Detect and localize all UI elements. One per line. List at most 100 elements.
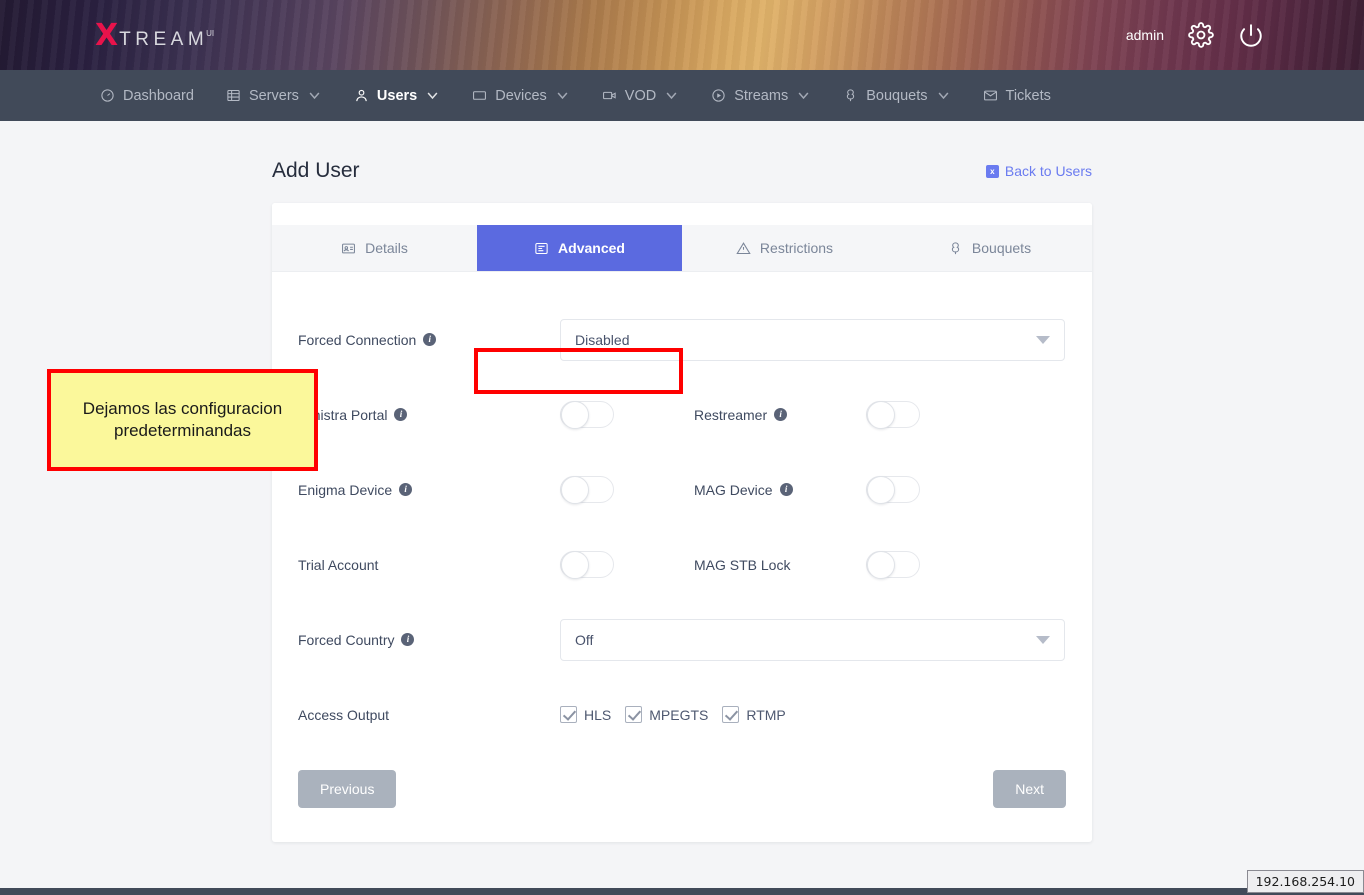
- checkbox-label: RTMP: [746, 707, 785, 723]
- toggle-mag-device[interactable]: [866, 476, 920, 503]
- logo-superscript: UI: [206, 29, 214, 38]
- user-icon: [354, 88, 369, 103]
- wizard-tabs: Details Advanced Restrictions Bouquets: [272, 225, 1092, 272]
- header-actions: admin: [1126, 0, 1264, 70]
- toggle-restreamer[interactable]: [866, 401, 920, 428]
- advanced-form: Forced Connection i Disabled Ministra Po…: [272, 272, 1092, 752]
- bouquet-icon: [843, 88, 858, 103]
- nav-item-users[interactable]: Users: [338, 70, 456, 121]
- xtream-logo[interactable]: X TREAM UI: [95, 21, 216, 51]
- label-ministra-portal: Ministra Portal i: [298, 407, 560, 423]
- toggle-mag-stb-lock[interactable]: [866, 551, 920, 578]
- envelope-icon: [983, 88, 998, 103]
- bouquet-icon: [948, 241, 963, 256]
- forced-country-select[interactable]: Off: [560, 619, 1065, 661]
- gauge-icon: [100, 88, 115, 103]
- info-icon[interactable]: i: [401, 633, 414, 646]
- nav-item-servers[interactable]: Servers: [210, 70, 338, 121]
- page-title: Add User: [272, 159, 360, 183]
- tab-label: Details: [365, 240, 408, 256]
- toggle-enigma-device[interactable]: [560, 476, 614, 503]
- label-mag-device: MAG Device i: [694, 482, 866, 498]
- nav-item-bouquets[interactable]: Bouquets: [827, 70, 966, 121]
- previous-button[interactable]: Previous: [298, 770, 396, 808]
- row-trial-stblock: Trial Account MAG STB Lock: [298, 527, 1066, 602]
- nav-item-streams[interactable]: Streams: [695, 70, 827, 121]
- checkbox-mpegts[interactable]: MPEGTS: [625, 706, 708, 723]
- nav-item-vod[interactable]: VOD: [586, 70, 695, 121]
- warning-icon: [736, 241, 751, 256]
- main-navigation: Dashboard Servers Users Devices VOD Stre…: [0, 70, 1364, 121]
- nav-label: Dashboard: [123, 88, 194, 104]
- page-header-row: Add User x Back to Users: [272, 121, 1092, 183]
- info-icon[interactable]: i: [423, 333, 436, 346]
- cell-enigma-toggle: [560, 476, 694, 503]
- cell-trial-toggle: [560, 551, 694, 578]
- nav-item-dashboard[interactable]: Dashboard: [84, 70, 210, 121]
- label-forced-connection: Forced Connection i: [298, 332, 560, 348]
- toggle-knob: [561, 401, 589, 429]
- app-header: X TREAM UI admin: [0, 0, 1364, 70]
- checkbox-label: HLS: [584, 707, 611, 723]
- row-ministra-restreamer: Ministra Portal i Restreamer i: [298, 377, 1066, 452]
- enigma-device-text: Enigma Device: [298, 482, 392, 498]
- next-button[interactable]: Next: [993, 770, 1066, 808]
- label-restreamer: Restreamer i: [694, 407, 866, 423]
- tab-bouquets[interactable]: Bouquets: [887, 225, 1092, 271]
- toggle-knob: [867, 401, 895, 429]
- forced-connection-value: Disabled: [575, 332, 629, 348]
- power-icon[interactable]: [1238, 22, 1264, 48]
- label-forced-country: Forced Country i: [298, 632, 560, 648]
- cell-restreamer-toggle: [866, 401, 1000, 428]
- nav-label: Tickets: [1006, 88, 1051, 104]
- app-window: X TREAM UI admin Dashboard: [0, 0, 1364, 895]
- tab-restrictions[interactable]: Restrictions: [682, 225, 887, 271]
- checkbox-label: MPEGTS: [649, 707, 708, 723]
- info-icon[interactable]: i: [399, 483, 412, 496]
- wizard-actions: Previous Next: [272, 752, 1092, 842]
- back-link-label: Back to Users: [1005, 163, 1092, 179]
- chevron-down-icon: [1036, 336, 1050, 344]
- back-to-users-link[interactable]: x Back to Users: [986, 163, 1092, 179]
- forced-connection-select[interactable]: Disabled: [560, 319, 1065, 361]
- tab-advanced[interactable]: Advanced: [477, 225, 682, 271]
- ip-address-tooltip: 192.168.254.10: [1247, 870, 1364, 893]
- toggle-knob: [561, 476, 589, 504]
- nav-item-devices[interactable]: Devices: [456, 70, 586, 121]
- sliders-icon: [534, 241, 549, 256]
- add-user-card: Details Advanced Restrictions Bouquets: [272, 203, 1092, 842]
- chevron-down-icon: [936, 88, 951, 103]
- toggle-ministra-portal[interactable]: [560, 401, 614, 428]
- gear-icon[interactable]: [1188, 22, 1214, 48]
- card-top-strip: [272, 203, 1092, 225]
- label-enigma-device: Enigma Device i: [298, 482, 560, 498]
- checkbox-rtmp[interactable]: RTMP: [722, 706, 785, 723]
- checkbox-hls[interactable]: HLS: [560, 706, 611, 723]
- chevron-down-icon: [555, 88, 570, 103]
- tab-label: Restrictions: [760, 240, 833, 256]
- nav-label: Devices: [495, 88, 547, 104]
- nav-item-tickets[interactable]: Tickets: [967, 70, 1067, 121]
- checkbox-box: [560, 706, 577, 723]
- toggle-trial-account[interactable]: [560, 551, 614, 578]
- forced-country-text: Forced Country: [298, 632, 394, 648]
- access-output-text: Access Output: [298, 707, 389, 723]
- info-icon[interactable]: i: [774, 408, 787, 421]
- app-footer: Copyright © 2021 - Xtream UI R22F - Earl…: [0, 888, 1364, 895]
- cell-stblock-toggle: [866, 551, 1000, 578]
- cell-ministra-toggle: [560, 401, 694, 428]
- tab-details[interactable]: Details: [272, 225, 477, 271]
- close-icon: x: [986, 165, 999, 178]
- logo-wordmark: TREAM: [119, 30, 208, 49]
- chevron-down-icon: [425, 88, 440, 103]
- play-circle-icon: [711, 88, 726, 103]
- tab-label: Bouquets: [972, 240, 1031, 256]
- chevron-down-icon: [664, 88, 679, 103]
- toggle-knob: [867, 476, 895, 504]
- checkbox-box: [722, 706, 739, 723]
- row-forced-country: Forced Country i Off: [298, 602, 1066, 677]
- restreamer-text: Restreamer: [694, 407, 767, 423]
- page-content: Add User x Back to Users Details Advance…: [0, 121, 1364, 888]
- info-icon[interactable]: i: [394, 408, 407, 421]
- info-icon[interactable]: i: [780, 483, 793, 496]
